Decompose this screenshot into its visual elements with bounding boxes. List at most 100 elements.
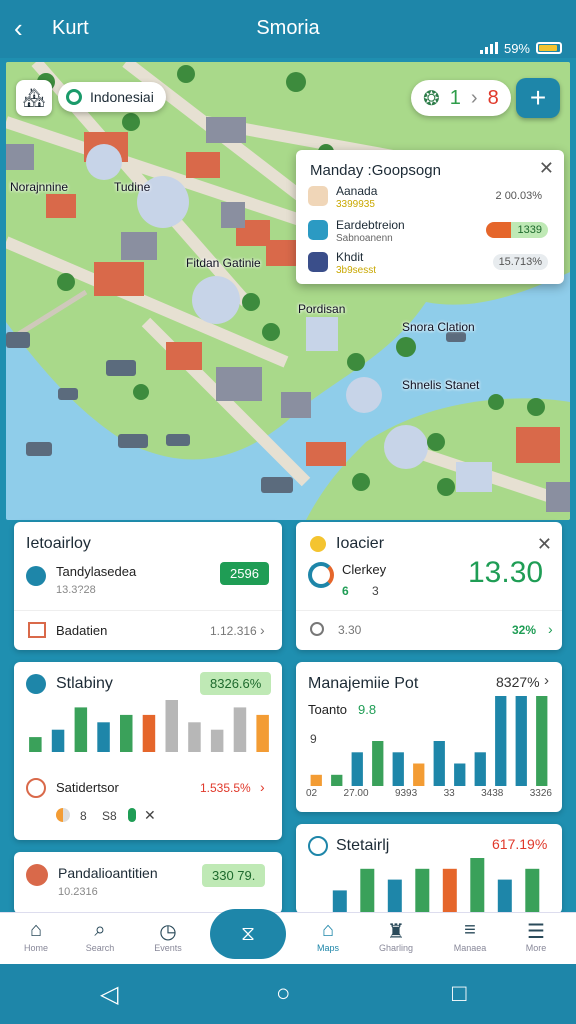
row-name: Eardebtreion	[336, 218, 405, 232]
chart-bar	[433, 741, 445, 786]
nav-maps[interactable]: ⌂ Maps	[298, 919, 358, 953]
card-value: 617.19%	[492, 836, 548, 852]
map-label[interactable]: Tudine	[114, 180, 150, 194]
row-label[interactable]: Badatien	[56, 623, 107, 638]
nav-events[interactable]: ◷ Events	[138, 919, 198, 953]
row-label[interactable]: Satidertsor	[56, 780, 119, 795]
nav-label: Manaea	[453, 943, 487, 953]
score-pill[interactable]: ❂ 1 › 8	[411, 80, 511, 116]
popup-title: Manday :Goopsogn	[310, 162, 441, 179]
chart-bar	[165, 700, 178, 752]
recents-square-icon[interactable]: □	[452, 980, 467, 1008]
house-icon	[308, 186, 328, 206]
chart-bar	[415, 868, 430, 912]
popup-row[interactable]: Khdit 3b9sesst 15.713%	[308, 248, 554, 282]
nav-manage[interactable]: ≡ Manaea	[440, 919, 500, 953]
row-label[interactable]: 3.30	[338, 623, 361, 637]
card-title: Stetairlj	[336, 837, 390, 854]
chart-bar	[97, 722, 110, 752]
locator-card[interactable]: Ioacier ✕ Clerkey 6 3 13.30 3.30 32% ›	[296, 522, 562, 650]
nav-sharing[interactable]: ♜ Gharling	[366, 919, 426, 953]
popup-row[interactable]: Aanada 3399935 2 00.03%	[308, 182, 554, 216]
battery-percent: 59%	[503, 40, 530, 56]
chart-bar	[210, 729, 224, 752]
card-sub: 10.2316	[58, 886, 98, 898]
avatar	[26, 864, 48, 886]
mini-value: 8	[80, 809, 87, 823]
chevron-right-icon[interactable]: ›	[544, 672, 549, 689]
back-triangle-icon[interactable]: ◁	[100, 980, 118, 1009]
chart-bar	[525, 868, 540, 912]
row-sub: 3399935	[336, 199, 375, 210]
chart-bar	[372, 741, 384, 786]
center-action-button[interactable]: ⧖	[210, 909, 286, 959]
activity-card[interactable]: Ietoairloy Tandylasedea 13.3?28 2596 Bad…	[14, 522, 282, 650]
chart-bar	[474, 752, 486, 786]
status-bar: 59%	[479, 40, 562, 56]
row-value: 2 00.03%	[495, 190, 542, 202]
status-card[interactable]: Stetairlj 617.19%	[296, 824, 562, 914]
nav-label: Search	[85, 943, 115, 953]
location-name: Indonesiai	[90, 89, 154, 105]
chevron-right-icon[interactable]: ›	[260, 779, 265, 795]
chart-bar	[256, 714, 269, 752]
nav-more[interactable]: ☰ More	[506, 919, 566, 953]
card-value: 8327%	[496, 674, 540, 690]
chevron-right-icon[interactable]: ›	[260, 622, 265, 638]
mini-value: S8	[102, 809, 117, 823]
nav-search[interactable]: ⌕ Search	[70, 919, 130, 953]
map-illustration	[6, 62, 570, 520]
chart-bar	[442, 868, 457, 912]
map-label[interactable]: Snora Clation	[402, 320, 475, 334]
chart-bar	[332, 890, 347, 912]
map-label[interactable]: Shnelis Stanet	[402, 378, 479, 392]
value-badge: 330 79.	[202, 864, 266, 887]
value-badge: 8326.6%	[200, 672, 272, 695]
row-value: 1.535.5%	[200, 781, 251, 795]
city-map[interactable]: 🏘 Indonesiai ❂ 1 › 8 + Norajnnine Tudine…	[6, 62, 570, 520]
chart-bar	[495, 696, 507, 786]
home-circle-icon[interactable]: ○	[276, 980, 291, 1008]
card-title: Ietoairloy	[26, 535, 91, 552]
nav-home[interactable]: ⌂ Home	[6, 919, 66, 953]
progress-ring-icon	[308, 562, 334, 588]
green-indicator	[128, 808, 136, 822]
chart-bar	[413, 763, 425, 786]
app-logo-icon[interactable]: 🏘	[16, 80, 52, 116]
card-title: Manajemiie Pot	[308, 675, 419, 692]
chart-bar	[387, 879, 402, 912]
close-icon[interactable]: ✕	[539, 158, 554, 179]
score-right: 8	[487, 86, 499, 109]
chart-bar	[360, 868, 375, 912]
map-label[interactable]: Norajnnine	[10, 180, 68, 194]
chart-bar	[142, 714, 156, 752]
row-value: 1339	[486, 222, 548, 238]
score-left: 1	[449, 86, 461, 109]
management-card[interactable]: Manajemiie Pot 8327% › Toanto 9.8 9 02 2…	[296, 662, 562, 812]
chevron-right-icon[interactable]: ›	[548, 621, 553, 637]
pin-icon	[310, 622, 324, 636]
pending-card[interactable]: Pandalioantitien 10.2316 330 79.	[14, 852, 282, 914]
row-name: Khdit	[336, 250, 364, 264]
map-label[interactable]: Fitdan Gatinie	[186, 256, 261, 270]
page-title: Smoria	[256, 17, 320, 39]
drop-icon	[26, 674, 46, 694]
chart-bar	[29, 737, 42, 752]
row-value: 15.713%	[492, 254, 548, 270]
close-icon[interactable]: ✕	[537, 534, 552, 555]
close-icon[interactable]: ✕	[144, 807, 156, 824]
map-label[interactable]: Pordisan	[298, 302, 345, 316]
big-value: 13.30	[468, 556, 544, 589]
chart-bar	[454, 763, 466, 786]
add-button[interactable]: +	[516, 78, 560, 118]
divider	[14, 610, 282, 611]
row-name: Aanada	[336, 184, 378, 198]
stability-card[interactable]: Stlabiny 8326.6% Satidertsor 1.535.5% › …	[14, 662, 282, 840]
hourglass-icon: ⧖	[240, 922, 256, 945]
location-chip[interactable]: Indonesiai	[58, 82, 166, 112]
popup-row[interactable]: Eardebtreion Sabnoanenn 1339	[308, 216, 554, 250]
chart-bar	[51, 729, 65, 752]
clock-icon: ◷	[159, 921, 177, 943]
system-navigation: ◁ ○ □	[0, 964, 576, 1024]
nav-label: Maps	[316, 943, 339, 953]
